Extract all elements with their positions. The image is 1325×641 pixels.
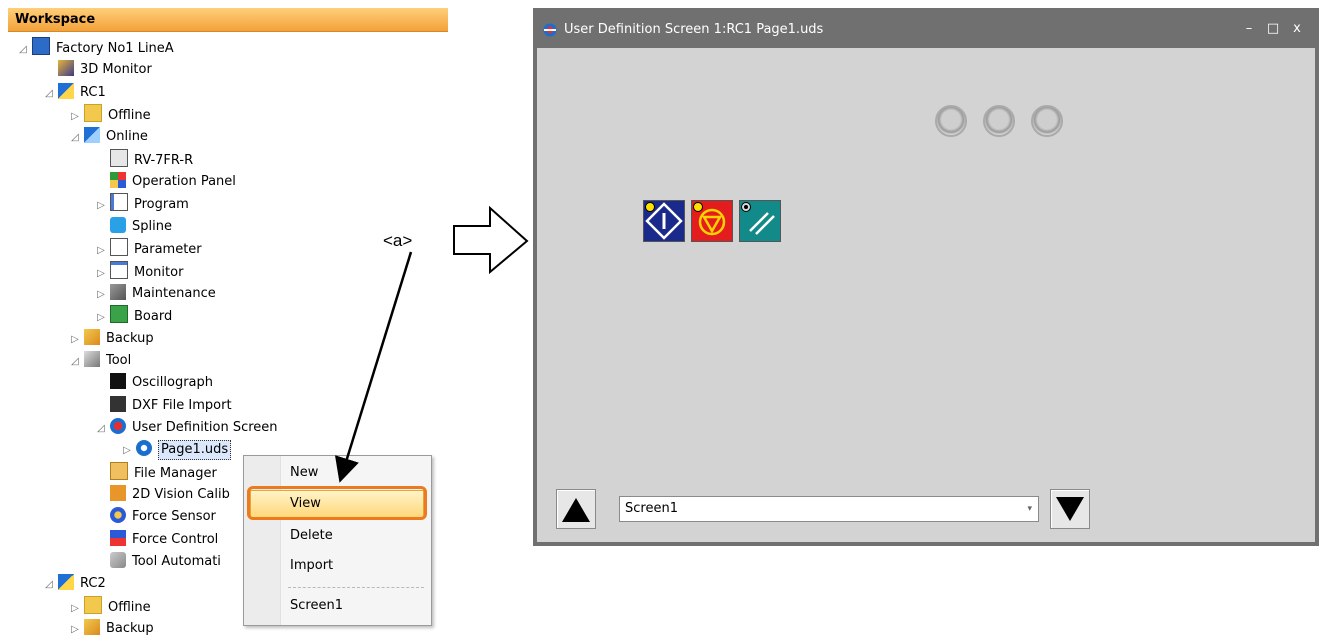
screen-select-value: Screen1 [625,501,678,516]
reset-icon [740,201,780,241]
status-lamp-3 [1031,105,1063,137]
pointer-arrow [334,251,413,483]
dropdown-arrow-icon[interactable]: ▾ [1027,497,1032,521]
window-app-icon [543,23,557,37]
reset-button[interactable] [739,200,781,242]
previous-screen-button[interactable] [556,489,596,529]
next-screen-button[interactable] [1050,489,1090,529]
flow-arrow-icon [453,205,529,275]
user-definition-screen-window: User Definition Screen 1:RC1 Page1.uds –… [533,8,1319,546]
status-lamp-1 [935,105,967,137]
status-lamp-2 [983,105,1015,137]
window-title: User Definition Screen 1:RC1 Page1.uds [564,22,824,37]
window-title-bar[interactable]: User Definition Screen 1:RC1 Page1.uds –… [537,12,1315,48]
up-arrow-icon [562,498,590,522]
screen-select[interactable]: Screen1 ▾ [619,496,1039,522]
close-button[interactable]: x [1287,12,1307,48]
minimize-button[interactable]: – [1239,12,1259,48]
stop-button[interactable] [691,200,733,242]
start-button[interactable] [643,200,685,242]
down-arrow-icon [1056,497,1084,521]
stop-icon [692,201,732,241]
maximize-button[interactable]: □ [1263,12,1283,48]
start-icon [644,201,684,241]
